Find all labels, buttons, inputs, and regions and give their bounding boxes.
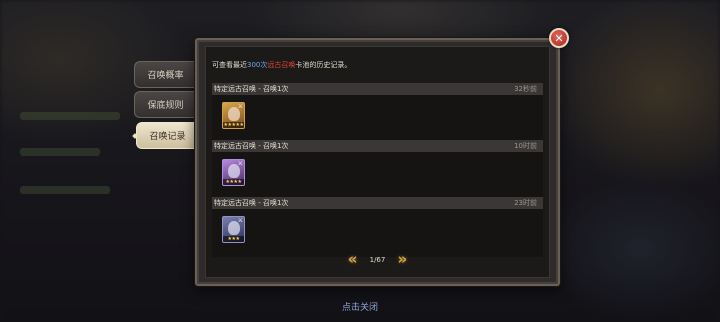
history-record: 特定远古召唤 - 召唤1次 32秒前 ⚔ ★★★★★ <box>212 83 543 143</box>
record-title: 特定远古召唤 - 召唤1次 <box>214 85 289 93</box>
purple-hero-portrait-icon[interactable]: ⚔ ★★★★ <box>222 159 245 186</box>
history-record: 特定远古召唤 - 召唤1次 10时前 ⚔ ★★★★ <box>212 140 543 200</box>
hero-stars: ★★★ <box>223 236 244 242</box>
tab-label: 保底规则 <box>147 101 184 111</box>
tab-pity-rules[interactable]: 保底规则 <box>134 91 196 118</box>
record-body: ⚔ ★★★★ <box>212 152 543 200</box>
gold-hero-portrait-icon[interactable]: ⚔ ★★★★★ <box>222 102 245 129</box>
hero-stars: ★★★★ <box>223 179 244 185</box>
next-page-icon[interactable]: » <box>398 252 408 267</box>
record-header: 特定远古召唤 - 召唤1次 10时前 <box>212 140 543 152</box>
tab-summon-probability[interactable]: 召唤概率 <box>134 61 196 88</box>
page-indicator: 1/67 <box>369 255 386 264</box>
info-suffix: 卡池的历史记录。 <box>295 61 352 69</box>
hero-class-icon: ⚔ <box>237 160 243 167</box>
info-prefix: 可查看最近 <box>212 61 247 69</box>
record-time: 32秒前 <box>514 85 537 93</box>
history-record: 特定远古召唤 - 召唤1次 23时前 ⚔ ★★★ <box>212 197 543 257</box>
record-title: 特定远古召唤 - 召唤1次 <box>214 142 289 150</box>
hero-class-icon: ⚔ <box>237 103 243 110</box>
close-icon[interactable]: ✕ <box>549 28 569 48</box>
prev-page-icon[interactable]: « <box>348 252 358 267</box>
info-pool-name: 远古召唤 <box>267 61 296 69</box>
tap-to-close-button[interactable]: 点击关闭 <box>0 300 720 313</box>
record-header: 特定远古召唤 - 召唤1次 32秒前 <box>212 83 543 95</box>
summon-history-panel: 可查看最近300次远古召唤卡池的历史记录。 特定远古召唤 - 召唤1次 32秒前… <box>195 38 560 286</box>
record-title: 特定远古召唤 - 召唤1次 <box>214 199 289 207</box>
tab-label: 召唤概率 <box>147 71 184 81</box>
record-time: 23时前 <box>514 199 537 207</box>
record-body: ⚔ ★★★★★ <box>212 95 543 143</box>
panel-content: 可查看最近300次远古召唤卡池的历史记录。 特定远古召唤 - 召唤1次 32秒前… <box>205 46 550 278</box>
tab-label: 召唤记录 <box>149 132 186 142</box>
record-header: 特定远古召唤 - 召唤1次 23时前 <box>212 197 543 209</box>
record-time: 10时前 <box>514 142 537 150</box>
hero-stars: ★★★★★ <box>223 122 244 128</box>
info-count: 300次 <box>247 61 268 69</box>
hero-class-icon: ⚔ <box>237 217 243 224</box>
pagination: « 1/67 » <box>206 252 549 267</box>
tab-summon-history[interactable]: 召唤记录 <box>136 122 198 149</box>
blue-hero-portrait-icon[interactable]: ⚔ ★★★ <box>222 216 245 243</box>
record-body: ⚔ ★★★ <box>212 209 543 257</box>
history-info-text: 可查看最近300次远古召唤卡池的历史记录。 <box>212 60 351 70</box>
